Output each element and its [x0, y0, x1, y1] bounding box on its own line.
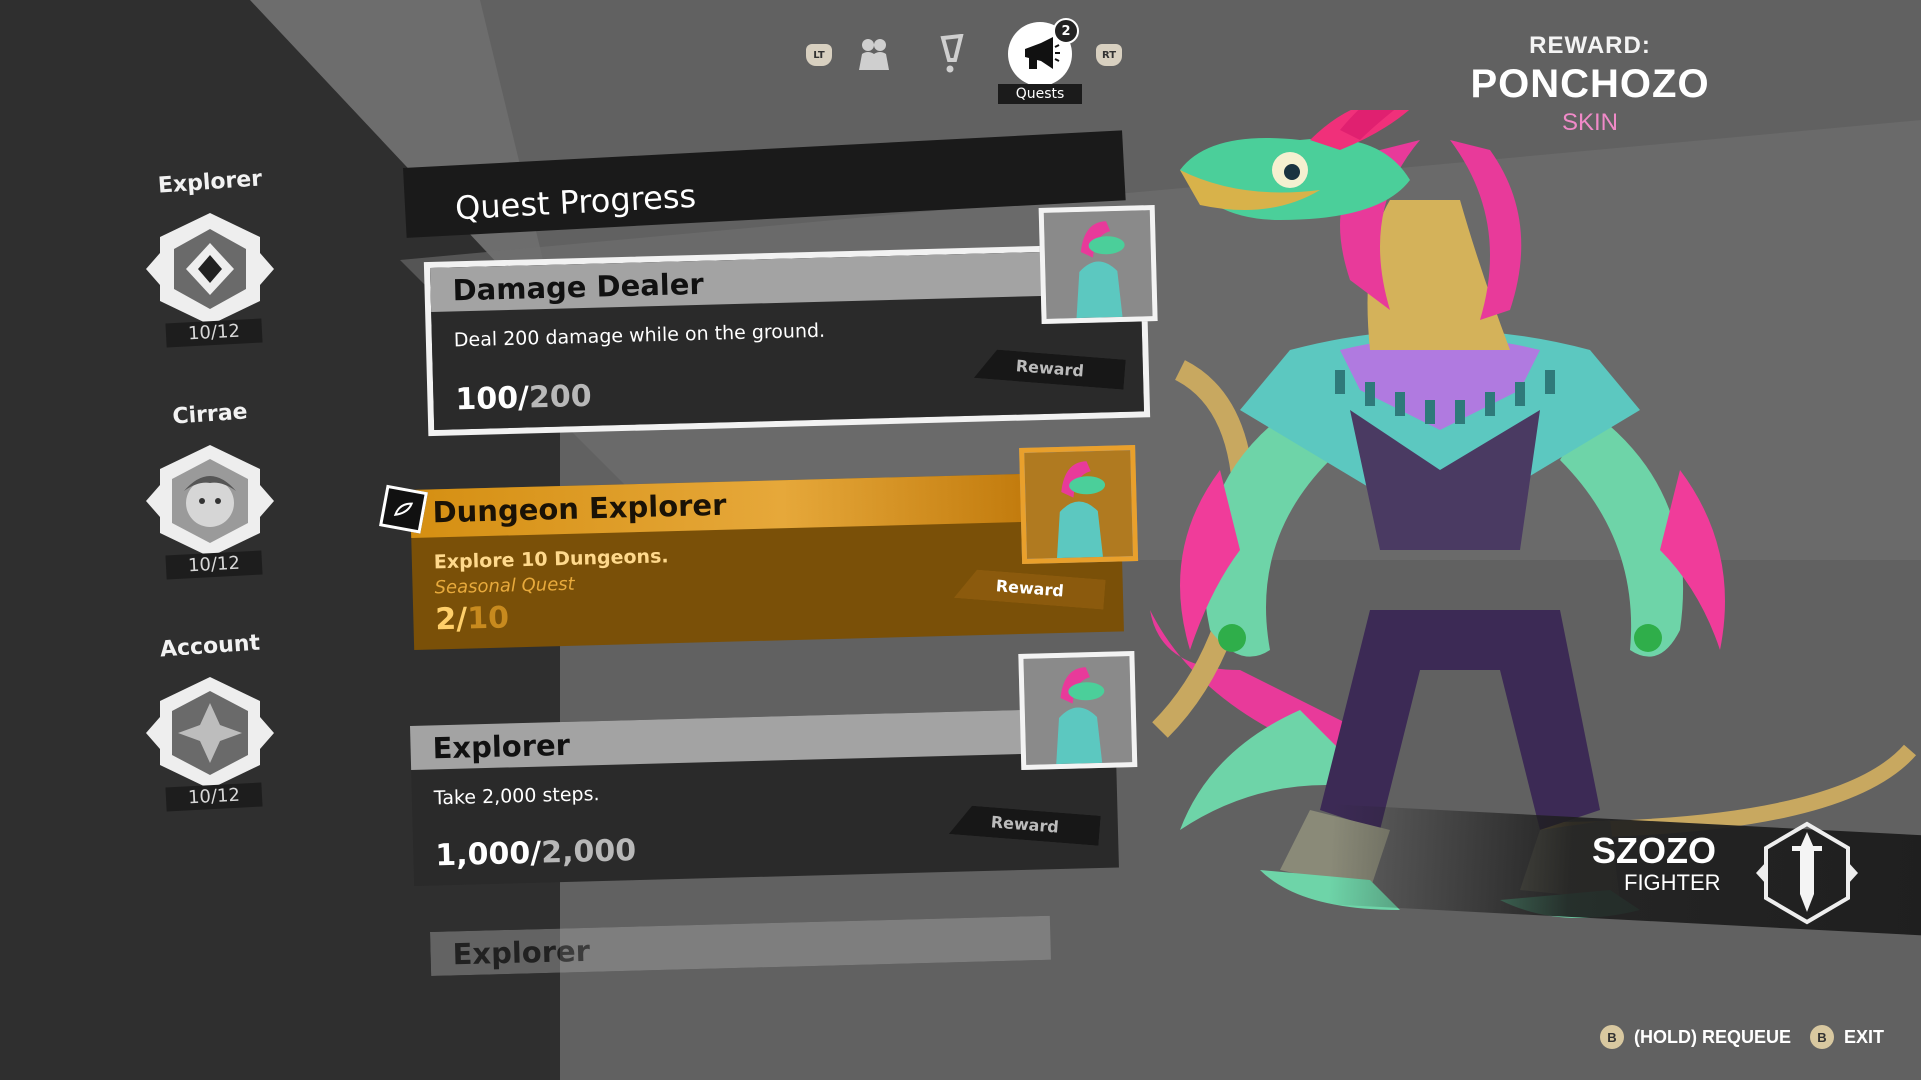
- quest-type-icon: [379, 484, 428, 534]
- b-button-icon: B: [1600, 1025, 1624, 1049]
- quest-progress: 2/10: [435, 600, 509, 637]
- alert-icon[interactable]: [930, 32, 974, 76]
- quest-description: Take 2,000 steps.: [433, 783, 600, 810]
- quest-card[interactable]: Explorer Take 2,000 steps. 1,000/2,000 R…: [410, 651, 1138, 886]
- quest-title: Damage Dealer: [452, 266, 705, 308]
- category-cirrae[interactable]: Cirrae 10/12: [130, 399, 290, 580]
- quest-count-badge: 2: [1053, 18, 1079, 44]
- reward-thumbnail: [1018, 651, 1138, 771]
- party-icon[interactable]: [852, 32, 896, 76]
- quest-progress-goal: 200: [528, 378, 593, 416]
- character-class: FIGHTER: [1624, 870, 1721, 895]
- b-button-icon: B: [1810, 1025, 1834, 1049]
- category-title: Cirrae: [171, 399, 249, 430]
- reward-thumbnail: [1038, 205, 1158, 325]
- quest-progress-goal: 10: [466, 600, 510, 637]
- quest-progress-current: 1,000/: [434, 835, 542, 874]
- rt-button[interactable]: RT: [1096, 44, 1122, 66]
- lt-button[interactable]: LT: [806, 44, 832, 66]
- account-emblem-icon: 10/12: [140, 673, 280, 812]
- megaphone-icon: [1025, 37, 1060, 69]
- quest-title: Explorer: [452, 933, 591, 972]
- tab-bar: LT 2 Quests RT: [790, 18, 1130, 112]
- exit-prompt[interactable]: B EXIT: [1810, 1024, 1884, 1050]
- category-progress: 10/12: [165, 318, 263, 348]
- quest-progress-goal: 2,000: [540, 833, 637, 871]
- category-progress: 10/12: [165, 550, 263, 580]
- quest-card-selected[interactable]: Dungeon Explorer Explore 10 Dungeons. Se…: [379, 445, 1139, 650]
- cirrae-portrait-icon: 10/12: [140, 441, 280, 580]
- quest-card[interactable]: Damage Dealer Deal 200 damage while on t…: [423, 205, 1158, 437]
- reward-label: REWARD:: [1529, 32, 1651, 59]
- quest-progress: 100/200: [455, 379, 592, 418]
- category-title: Explorer: [157, 166, 263, 199]
- quest-progress-current: 2/: [434, 601, 468, 638]
- quest-progress-current: 100/: [455, 380, 530, 418]
- reward-name: PONCHOZO: [1470, 62, 1710, 106]
- quest-subtitle: Seasonal Quest: [434, 573, 575, 599]
- quest-progress-title: Quest Progress: [454, 176, 697, 228]
- requeue-prompt[interactable]: B (HOLD) REQUEUE: [1600, 1024, 1791, 1050]
- reward-thumbnail: [1019, 445, 1139, 565]
- category-progress: 10/12: [165, 782, 263, 812]
- quest-progress: 1,000/2,000: [435, 833, 637, 873]
- category-account[interactable]: Account 10/12: [130, 631, 290, 812]
- exit-label: EXIT: [1844, 1026, 1885, 1047]
- category-explorer[interactable]: Explorer 10/12: [130, 166, 290, 348]
- requeue-label: (HOLD) REQUEUE: [1634, 1026, 1791, 1047]
- category-title: Account: [159, 630, 261, 663]
- quest-title: Explorer: [432, 727, 571, 766]
- explorer-emblem-icon: 10/12: [140, 209, 280, 348]
- character-name: SZOZO: [1592, 830, 1716, 871]
- tab-quests-label: Quests: [998, 84, 1082, 104]
- fighter-class-icon: [1752, 818, 1862, 932]
